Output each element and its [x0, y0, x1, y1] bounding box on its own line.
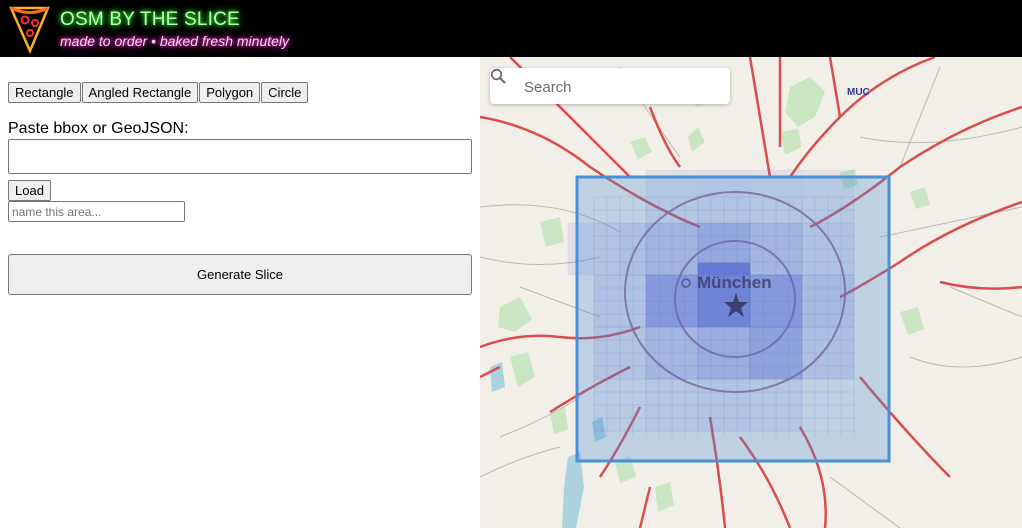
map-search-input[interactable] [522, 74, 722, 100]
paste-label: Paste bbox or GeoJSON: [8, 120, 189, 137]
magnifier-icon [490, 68, 506, 84]
app-header: OSM BY THE SLICE made to order • baked f… [0, 0, 1022, 57]
shape-button-group: Rectangle Angled Rectangle Polygon Circl… [8, 82, 309, 103]
map-search-box[interactable] [490, 68, 730, 104]
control-panel: Rectangle Angled Rectangle Polygon Circl… [0, 57, 480, 528]
load-button[interactable]: Load [8, 180, 51, 201]
selection-rectangle[interactable] [575, 175, 891, 463]
area-name-input[interactable] [8, 201, 185, 222]
map-view[interactable]: München MUC [480, 57, 1022, 528]
generate-slice-button[interactable]: Generate Slice [8, 254, 472, 295]
app-title: OSM BY THE SLICE [60, 9, 240, 30]
pizza-slice-icon [9, 6, 50, 55]
polygon-button[interactable]: Polygon [199, 82, 261, 103]
rectangle-button[interactable]: Rectangle [8, 82, 81, 103]
angled-rectangle-button[interactable]: Angled Rectangle [81, 82, 199, 103]
circle-button[interactable]: Circle [261, 82, 309, 103]
app-tagline: made to order • baked fresh minutely [60, 33, 290, 49]
geojson-textarea[interactable] [8, 139, 472, 174]
city-label: München [697, 273, 772, 292]
airport-label: MUC [847, 87, 870, 98]
